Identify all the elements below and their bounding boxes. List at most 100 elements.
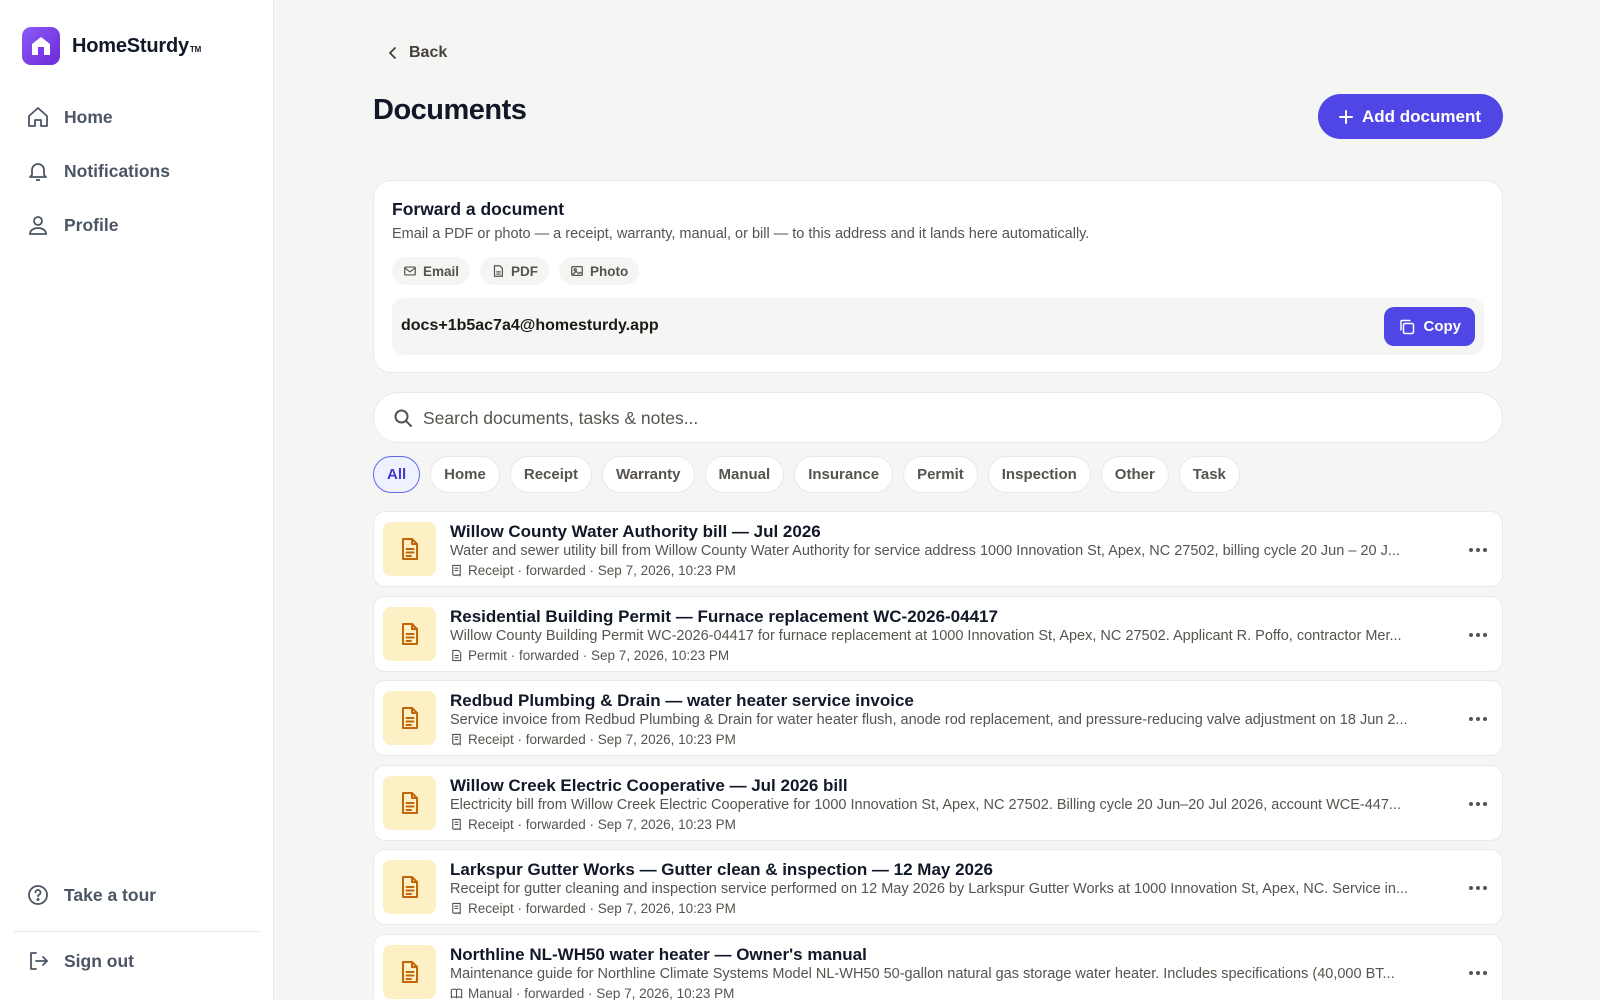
search-icon: [394, 409, 412, 427]
filter-other[interactable]: Other: [1100, 456, 1169, 493]
chip-pdf: PDF: [480, 257, 550, 285]
sign-out-label: Sign out: [64, 950, 134, 971]
document-description: Willow County Building Permit WC-2026-04…: [450, 627, 1402, 644]
take-tour-label: Take a tour: [64, 884, 157, 905]
document-row[interactable]: Redbud Plumbing & Drain — water heater s…: [373, 680, 1503, 756]
sidebar-nav: Home Notifications Profile: [0, 90, 273, 252]
book-icon: [450, 988, 463, 999]
filter-all[interactable]: All: [373, 456, 421, 493]
sidebar-footer: Take a tour Sign out: [0, 871, 273, 1000]
filter-manual[interactable]: Manual: [704, 456, 785, 493]
document-meta-text: Receipt · forwarded · Sep 7, 2026, 10:23…: [468, 816, 736, 832]
receipt-icon: [452, 902, 461, 915]
more-options-icon[interactable]: [1466, 792, 1490, 816]
document-meta: Receipt · forwarded · Sep 7, 2026, 10:23…: [450, 901, 736, 916]
document-meta: Receipt · forwarded · Sep 7, 2026, 10:23…: [450, 563, 736, 578]
document-row[interactable]: Willow Creek Electric Cooperative — Jul …: [373, 764, 1503, 841]
document-title: Residential Building Permit — Furnace re…: [450, 606, 998, 626]
document-row[interactable]: Northline NL-WH50 water heater — Owner's…: [373, 933, 1503, 1000]
more-options-icon[interactable]: [1466, 876, 1490, 900]
sign-out-icon: [30, 952, 48, 970]
search-input[interactable]: [423, 405, 1473, 431]
document-meta-text: Permit · forwarded · Sep 7, 2026, 10:23 …: [468, 647, 730, 663]
document-file-icon: [383, 606, 436, 661]
file-icon: [493, 265, 504, 277]
brand-name: HomeSturdyTM: [72, 34, 202, 57]
document-file-icon: [383, 522, 436, 576]
document-meta: Manual · forwarded · Sep 7, 2026, 10:23 …: [450, 986, 734, 1000]
document-meta-text: Receipt · forwarded · Sep 7, 2026, 10:23…: [468, 563, 736, 578]
bell-icon: [29, 163, 47, 181]
document-list: Willow County Water Authority bill — Jul…: [373, 511, 1503, 1000]
add-document-label: Add document: [1362, 106, 1481, 126]
document-meta-text: Receipt · forwarded · Sep 7, 2026, 10:23…: [468, 901, 736, 916]
mail-icon: [404, 266, 416, 276]
filter-insurance[interactable]: Insurance: [794, 456, 894, 493]
search-bar: [373, 392, 1503, 443]
receipt-icon: [452, 818, 461, 831]
document-meta: Receipt · forwarded · Sep 7, 2026, 10:23…: [450, 732, 736, 747]
document-description: Water and sewer utility bill from Willow…: [450, 543, 1400, 559]
document-title: Willow County Water Authority bill — Jul…: [450, 522, 821, 541]
image-icon: [571, 266, 583, 276]
chip-email: Email: [392, 257, 471, 285]
document-title: Northline NL-WH50 water heater — Owner's…: [450, 944, 867, 964]
sidebar-item-home[interactable]: Home: [0, 90, 273, 144]
document-file-icon: [383, 775, 436, 830]
document-row[interactable]: Willow County Water Authority bill — Jul…: [373, 511, 1503, 587]
filter-home[interactable]: Home: [430, 456, 500, 493]
chevron-left-icon: [389, 47, 396, 59]
forward-address-box: docs+1b5ac7a4@homesturdy.app Copy: [392, 298, 1484, 355]
more-options-icon[interactable]: [1466, 623, 1490, 647]
document-file-icon: [383, 944, 436, 999]
sign-out-button[interactable]: Sign out: [0, 932, 273, 990]
document-file-icon: [383, 691, 436, 745]
page-title: Documents: [373, 94, 527, 126]
more-options-icon[interactable]: [1466, 961, 1490, 985]
copy-icon: [1399, 319, 1414, 334]
filter-chips: All Home Receipt Warranty Manual Insurance Per…: [373, 456, 1240, 493]
plus-icon: [1339, 109, 1353, 124]
more-options-icon[interactable]: [1466, 707, 1490, 731]
take-tour-button[interactable]: Take a tour: [0, 871, 273, 919]
copy-label: Copy: [1423, 318, 1462, 335]
format-chips: Email PDF Photo: [392, 257, 640, 285]
document-meta-text: Manual · forwarded · Sep 7, 2026, 10:23 …: [468, 985, 735, 1000]
user-icon: [29, 216, 47, 235]
forward-document-card: Forward a document Email a PDF or photo …: [373, 180, 1503, 373]
document-description: Maintenance guide for Northline Climate …: [450, 965, 1395, 982]
sidebar-item-label: Notifications: [64, 160, 170, 181]
chip-photo: Photo: [559, 257, 640, 285]
filter-task[interactable]: Task: [1178, 456, 1240, 493]
document-description: Service invoice from Redbud Plumbing & D…: [450, 712, 1408, 728]
copy-address-button[interactable]: Copy: [1383, 307, 1475, 346]
receipt-icon: [452, 733, 461, 746]
document-description: Electricity bill from Willow Creek Elect…: [450, 796, 1402, 813]
document-row[interactable]: Residential Building Permit — Furnace re…: [373, 595, 1503, 672]
filter-warranty[interactable]: Warranty: [602, 456, 695, 493]
permit-icon: [452, 649, 462, 661]
sidebar-item-label: Profile: [64, 214, 119, 235]
forward-address[interactable]: docs+1b5ac7a4@homesturdy.app: [401, 317, 659, 335]
document-meta-text: Receipt · forwarded · Sep 7, 2026, 10:23…: [468, 732, 736, 747]
document-meta: Receipt · forwarded · Sep 7, 2026, 10:23…: [450, 817, 736, 832]
document-meta: Permit · forwarded · Sep 7, 2026, 10:23 …: [450, 648, 729, 663]
more-options-icon[interactable]: [1466, 538, 1490, 562]
back-button[interactable]: Back: [385, 44, 447, 62]
help-circle-icon: [28, 885, 48, 905]
document-file-icon: [383, 860, 436, 914]
receipt-icon: [452, 564, 461, 577]
document-title: Larkspur Gutter Works — Gutter clean & i…: [450, 860, 993, 879]
filter-permit[interactable]: Permit: [903, 456, 978, 493]
filter-inspection[interactable]: Inspection: [987, 456, 1091, 493]
document-row[interactable]: Larkspur Gutter Works — Gutter clean & i…: [373, 849, 1503, 925]
sidebar-item-profile[interactable]: Profile: [0, 198, 273, 252]
sidebar-item-notifications[interactable]: Notifications: [0, 144, 273, 198]
document-description: Receipt for gutter cleaning and inspecti…: [450, 881, 1409, 897]
add-document-button[interactable]: Add document: [1318, 94, 1503, 139]
forward-title: Forward a document: [392, 199, 565, 219]
home-icon: [28, 107, 48, 127]
filter-receipt[interactable]: Receipt: [509, 456, 593, 493]
brand[interactable]: HomeSturdyTM: [22, 27, 201, 65]
sidebar-item-label: Home: [64, 106, 113, 127]
